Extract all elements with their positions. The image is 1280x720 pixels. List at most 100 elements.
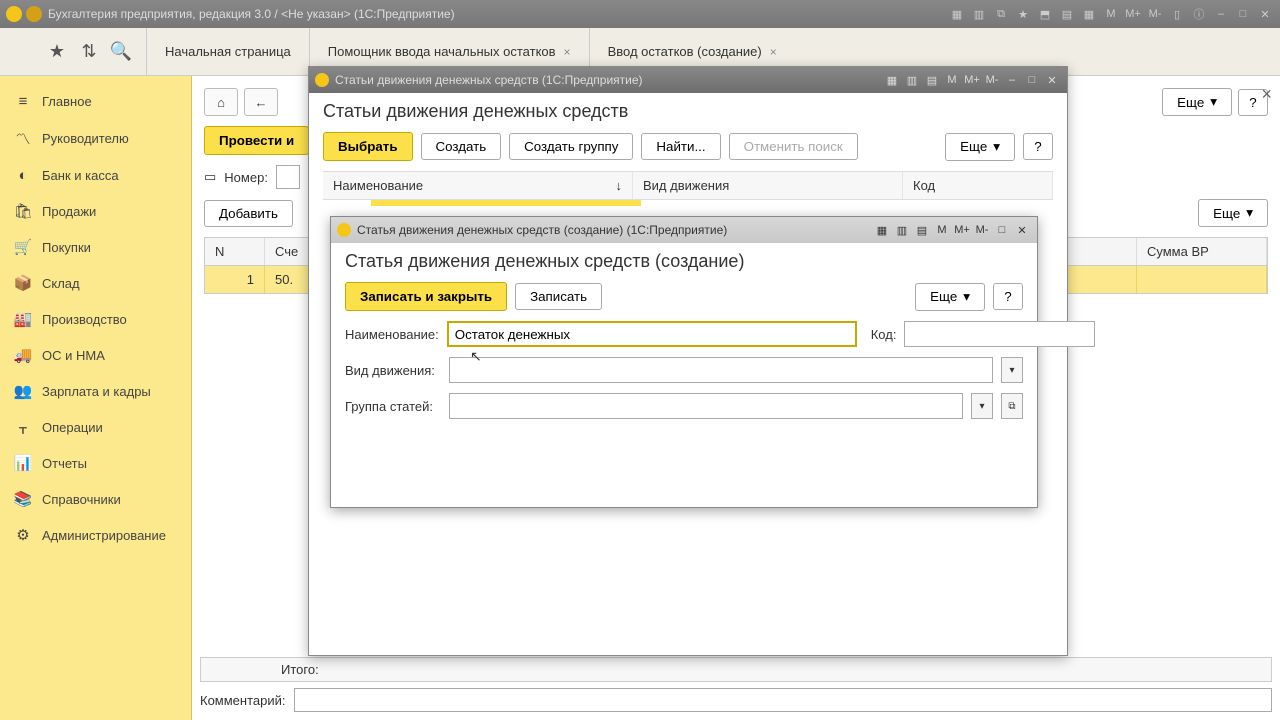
sidebar-item-assets[interactable]: 🚚ОС и НМА [0, 337, 191, 373]
tab-label: Начальная страница [165, 44, 291, 59]
create-button[interactable]: Создать [421, 133, 502, 160]
type-input[interactable] [449, 357, 993, 383]
home-button[interactable]: ⌂ [204, 88, 238, 116]
sys-icon[interactable]: ⧉ [992, 5, 1010, 23]
modal2-titlebar[interactable]: Статья движения денежных средств (создан… [331, 217, 1037, 243]
modal1-help-button[interactable]: ? [1023, 133, 1053, 160]
sidebar-item-manager[interactable]: 〽Руководителю [0, 119, 191, 158]
sys-icon[interactable]: ▯ [1168, 5, 1186, 23]
col-vr[interactable]: Сумма ВР [1137, 238, 1267, 265]
sys-icon[interactable]: ▤ [913, 222, 931, 238]
number-input[interactable] [276, 165, 300, 189]
link-icon[interactable]: ⇅ [78, 41, 100, 63]
col-n[interactable]: N [205, 238, 265, 265]
minimize-icon[interactable]: – [1212, 5, 1230, 23]
sys-icon[interactable]: ▦ [948, 5, 966, 23]
search-icon[interactable]: 🔍 [110, 41, 132, 63]
mplus-icon[interactable]: M+ [953, 222, 971, 238]
tab-home[interactable]: Начальная страница [146, 28, 309, 75]
sidebar-item-operations[interactable]: ᚁОперации [0, 409, 191, 445]
group-dropdown-button[interactable]: ▾ [971, 393, 993, 419]
save-button[interactable]: Записать [515, 283, 602, 310]
m-icon[interactable]: M [933, 222, 951, 238]
people-icon: 👥 [14, 382, 32, 400]
total-row: Итого: [200, 657, 1272, 682]
add-button[interactable]: Добавить [204, 200, 293, 227]
sys-icon[interactable]: ▦ [883, 72, 901, 88]
group-label: Группа статей: [345, 399, 441, 414]
modal2-more-button[interactable]: Еще▾ [915, 283, 985, 311]
col-acc[interactable]: Сче [265, 238, 313, 265]
col-type[interactable]: Вид движения [633, 172, 903, 199]
maximize-icon[interactable]: □ [1023, 72, 1041, 88]
add-label: Добавить [219, 206, 278, 221]
mplus-icon[interactable]: M+ [963, 72, 981, 88]
close-icon[interactable]: ✕ [1043, 72, 1061, 88]
main-titlebar: Бухгалтерия предприятия, редакция 3.0 / … [0, 0, 1280, 28]
select-button[interactable]: Выбрать [323, 132, 413, 161]
tab-close-icon[interactable]: × [564, 45, 571, 59]
mminus-icon[interactable]: M- [973, 222, 991, 238]
sys-icon[interactable]: ▦ [1080, 5, 1098, 23]
type-dropdown-button[interactable]: ▾ [1001, 357, 1023, 383]
close-icon[interactable]: ✕ [1256, 5, 1274, 23]
minimize-icon[interactable]: – [1003, 72, 1021, 88]
find-button[interactable]: Найти... [641, 133, 720, 160]
process-button[interactable]: Провести и [204, 126, 309, 155]
more-button[interactable]: Еще▾ [1162, 88, 1232, 116]
cancel-search-button[interactable]: Отменить поиск [729, 133, 858, 160]
col-name[interactable]: Наименование↓ [323, 172, 633, 199]
name-input[interactable] [447, 321, 857, 347]
sidebar-item-reports[interactable]: 📊Отчеты [0, 445, 191, 481]
m-icon[interactable]: M [1102, 5, 1120, 23]
apps-grid-icon[interactable] [14, 41, 36, 63]
maximize-icon[interactable]: □ [993, 222, 1011, 238]
mminus-icon[interactable]: M- [983, 72, 1001, 88]
number-label: Номер: [224, 170, 268, 185]
chevron-down-icon: ▾ [963, 289, 970, 305]
modal1-titlebar[interactable]: Статьи движения денежных средств (1С:Пре… [309, 67, 1067, 93]
m-icon[interactable]: M [943, 72, 961, 88]
sys-icon[interactable]: ▥ [903, 72, 921, 88]
comment-input[interactable] [294, 688, 1273, 712]
maximize-icon[interactable]: □ [1234, 5, 1252, 23]
sidebar-item-admin[interactable]: ⚙Администрирование [0, 517, 191, 553]
sidebar-item-purchases[interactable]: 🛒Покупки [0, 229, 191, 265]
sys-icon[interactable]: ▥ [970, 5, 988, 23]
close-icon[interactable]: ✕ [1013, 222, 1031, 238]
back-button[interactable]: ← [244, 88, 278, 116]
group-input[interactable] [449, 393, 963, 419]
sys-icon[interactable]: ▤ [1058, 5, 1076, 23]
sys-icon[interactable]: ⬒ [1036, 5, 1054, 23]
modal1-more-button[interactable]: Еще▾ [945, 133, 1015, 161]
mminus-icon[interactable]: M- [1146, 5, 1164, 23]
code-input[interactable] [904, 321, 1095, 347]
sys-icon[interactable]: ▥ [893, 222, 911, 238]
sys-icon[interactable]: ▦ [873, 222, 891, 238]
mplus-icon[interactable]: M+ [1124, 5, 1142, 23]
sidebar-item-directories[interactable]: 📚Справочники [0, 481, 191, 517]
sidebar-item-hr[interactable]: 👥Зарплата и кадры [0, 373, 191, 409]
create-group-button[interactable]: Создать группу [509, 133, 633, 160]
app-icon [6, 6, 22, 22]
group-open-button[interactable]: ⧉ [1001, 393, 1023, 419]
save-close-button[interactable]: Записать и закрыть [345, 282, 507, 311]
star-icon[interactable]: ★ [46, 41, 68, 63]
sidebar-item-production[interactable]: 🏭Производство [0, 301, 191, 337]
tab-label: Ввод остатков (создание) [608, 44, 762, 59]
tab-close-icon[interactable]: × [770, 45, 777, 59]
sys-icon[interactable]: ▤ [923, 72, 941, 88]
modal1-title-text: Статьи движения денежных средств (1С:Пре… [335, 73, 643, 87]
more-button-2[interactable]: Еще▾ [1198, 199, 1268, 227]
find-label: Найти... [656, 139, 705, 154]
sidebar-item-bank[interactable]: ◐Банк и касса [0, 158, 191, 193]
content-close-icon[interactable]: × [1261, 84, 1272, 105]
sidebar-item-warehouse[interactable]: 📦Склад [0, 265, 191, 301]
sidebar-item-main[interactable]: ≡Главное [0, 84, 191, 119]
sys-icon[interactable]: ★ [1014, 5, 1032, 23]
help-icon[interactable]: ⓘ [1190, 5, 1208, 23]
sidebar-item-sales[interactable]: 🛍Продажи [0, 193, 191, 229]
help-label: ? [1249, 95, 1256, 110]
modal2-help-button[interactable]: ? [993, 283, 1023, 310]
col-code[interactable]: Код [903, 172, 1053, 199]
